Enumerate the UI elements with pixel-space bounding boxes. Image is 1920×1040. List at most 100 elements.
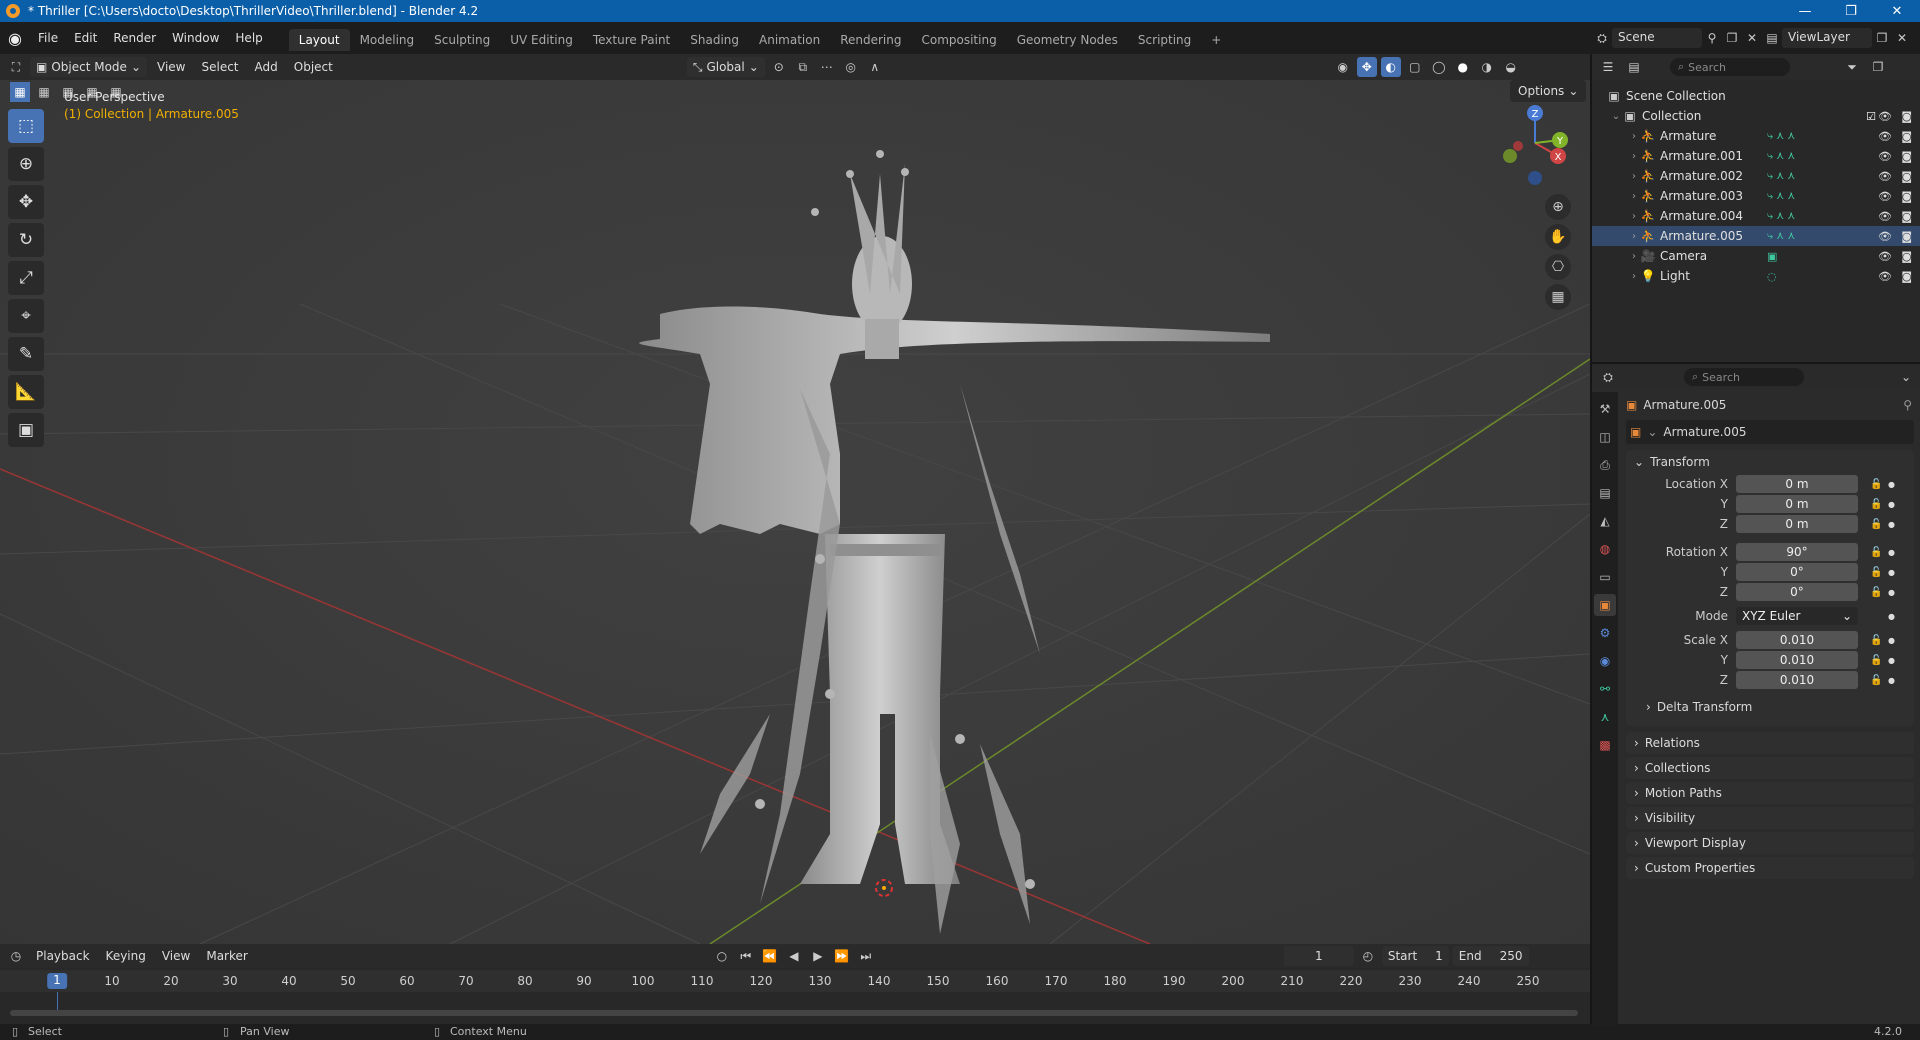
next-keyframe-icon[interactable]: ⏩ (832, 946, 852, 966)
move-tool-icon[interactable]: ✥ (8, 185, 44, 219)
eye-icon[interactable]: 👁 (1878, 170, 1892, 183)
viewlayer-name[interactable]: ViewLayer (1782, 28, 1872, 48)
gizmo-toggle-icon[interactable]: ✥ (1356, 57, 1377, 77)
pin-icon[interactable]: ⚲ (1903, 398, 1912, 412)
expand-arrow-icon[interactable]: › (1628, 251, 1640, 262)
camera-render-icon[interactable]: ◙ (1901, 210, 1912, 223)
menu-keying[interactable]: Keying (100, 946, 152, 966)
filter-icon[interactable]: ⏷ (1842, 57, 1862, 77)
editor-type-icon[interactable]: ⛶ (6, 57, 26, 77)
minimize-button[interactable]: — (1782, 0, 1828, 22)
outliner-search[interactable]: ⌕ Search (1670, 58, 1790, 76)
maximize-button[interactable]: ❐ (1828, 0, 1874, 22)
tab-layout[interactable]: Layout (288, 29, 350, 51)
outliner-item-armature[interactable]: › ⛹ Armature.001 ⤷⋏⋏ 👁 ◙ (1592, 146, 1920, 166)
lock-icon[interactable]: 🔓 (1870, 567, 1882, 578)
expand-arrow-icon[interactable]: › (1628, 271, 1640, 282)
view-layer-tab-icon[interactable]: ▤ (1594, 482, 1616, 504)
world-tab-icon[interactable]: ◍ (1594, 538, 1616, 560)
camera-render-icon[interactable]: ◙ (1901, 110, 1912, 123)
expand-arrow-icon[interactable]: › (1628, 171, 1640, 182)
pan-hand-icon[interactable]: ✋ (1545, 224, 1571, 250)
camera-render-icon[interactable]: ◙ (1901, 150, 1912, 163)
eye-icon[interactable]: 👁 (1878, 250, 1892, 263)
timeline-editor-type-icon[interactable]: ◷ (6, 946, 26, 966)
eye-icon[interactable]: 👁 (1878, 190, 1892, 203)
keyframe-dot-icon[interactable]: ● (1888, 568, 1895, 577)
eye-icon[interactable]: 👁 (1878, 110, 1892, 123)
keyframe-dot-icon[interactable]: ● (1888, 676, 1895, 685)
menu-render[interactable]: Render (105, 22, 164, 54)
tab-texture-paint[interactable]: Texture Paint (583, 29, 680, 51)
proportional-edit-icon[interactable]: ◎ (841, 57, 861, 77)
expand-arrow-icon[interactable]: › (1628, 151, 1640, 162)
armature-data-icon[interactable]: ⤷⋏⋏ (1767, 149, 1798, 163)
current-frame-field[interactable]: 1 (1283, 946, 1354, 966)
perspective-toggle-icon[interactable]: ▦ (1545, 284, 1571, 310)
armature-data-tab-icon[interactable]: ⋏ (1594, 706, 1616, 728)
new-scene-icon[interactable]: ❐ (1722, 28, 1742, 48)
orientation-dropdown[interactable]: ⤡ Global ⌄ (686, 57, 765, 77)
menu-view[interactable]: View (151, 57, 191, 77)
object-name-field[interactable]: Armature.005 (1663, 425, 1746, 439)
collection-tab-icon[interactable]: ▭ (1594, 566, 1616, 588)
material-shading-icon[interactable]: ◑ (1477, 57, 1497, 77)
camera-render-icon[interactable]: ◙ (1901, 190, 1912, 203)
armature-data-icon[interactable]: ⤷⋏⋏ (1767, 209, 1798, 223)
outliner-item-armature[interactable]: › ⛹ Armature.005 ⤷⋏⋏ 👁 ◙ (1592, 226, 1920, 246)
armature-data-icon[interactable]: ⤷⋏⋏ (1767, 229, 1798, 243)
custom-properties-panel[interactable]: › Custom Properties (1626, 857, 1914, 879)
jump-end-icon[interactable]: ⏭ (856, 946, 876, 966)
expand-arrow-icon[interactable]: › (1628, 131, 1640, 142)
menu-object[interactable]: Object (288, 57, 339, 77)
object-datablock-selector[interactable]: ▣ ⌄ Armature.005 (1626, 420, 1914, 444)
menu-file[interactable]: File (30, 22, 66, 54)
viewlayer-selector[interactable]: ▤ ViewLayer ❐ ✕ (1762, 22, 1912, 54)
keyframe-dot-icon[interactable]: ● (1888, 612, 1895, 621)
output-tab-icon[interactable]: ⎙ (1594, 454, 1616, 476)
properties-editor[interactable]: ⛭ ⌕ Search ⌄ ⚒ ◫ ⎙ ▤ ◭ ◍ ▭ ▣ ⚙ ◉ ⚯ ⋏ ▩ ▣ … (1590, 362, 1920, 1026)
blender-menu-icon[interactable]: ◉ (0, 22, 30, 54)
3d-viewport[interactable]: ⛶ ▣ Object Mode ⌄ View Select Add Object ⤡… (0, 54, 1590, 944)
camera-data-icon[interactable]: ▣ (1767, 250, 1780, 263)
eye-icon[interactable]: 👁 (1878, 150, 1892, 163)
tool-tab-icon[interactable]: ⚒ (1594, 398, 1616, 420)
outliner-item-armature[interactable]: › ⛹ Armature.002 ⤷⋏⋏ 👁 ◙ (1592, 166, 1920, 186)
auto-keying-icon[interactable]: ○ (712, 946, 732, 966)
viewport-display-panel[interactable]: › Viewport Display (1626, 832, 1914, 854)
location-x-field[interactable]: 0 m (1736, 475, 1858, 493)
exclude-checkbox-icon[interactable]: ☑ (1866, 110, 1876, 123)
expand-arrow-icon[interactable]: › (1628, 231, 1640, 242)
outliner-item-armature[interactable]: › ⛹ Armature.003 ⤷⋏⋏ 👁 ◙ (1592, 186, 1920, 206)
select-box-tool-icon[interactable]: ⬚ (8, 109, 44, 143)
armature-data-icon[interactable]: ⤷⋏⋏ (1767, 189, 1798, 203)
rotation-x-field[interactable]: 90° (1736, 543, 1858, 561)
visibility-panel[interactable]: › Visibility (1626, 807, 1914, 829)
expand-arrow-icon[interactable]: › (1628, 211, 1640, 222)
delete-viewlayer-icon[interactable]: ✕ (1892, 28, 1912, 48)
armature-data-icon[interactable]: ⤷⋏⋏ (1767, 169, 1798, 183)
tab-uv-editing[interactable]: UV Editing (500, 29, 583, 51)
visibility-icon[interactable]: ◉ (1333, 57, 1353, 77)
camera-render-icon[interactable]: ◙ (1901, 130, 1912, 143)
outliner-editor-type-icon[interactable]: ☰ (1598, 57, 1618, 77)
properties-editor-type-icon[interactable]: ⛭ (1598, 367, 1618, 387)
new-viewlayer-icon[interactable]: ❐ (1872, 28, 1892, 48)
scene-selector[interactable]: ⛭ Scene ⚲ ❐ ✕ (1592, 22, 1762, 54)
camera-render-icon[interactable]: ◙ (1901, 270, 1912, 283)
play-icon[interactable]: ▶ (808, 946, 828, 966)
lock-icon[interactable]: 🔓 (1870, 675, 1882, 686)
lock-icon[interactable]: 🔓 (1870, 655, 1882, 666)
expand-arrow-icon[interactable]: › (1628, 191, 1640, 202)
lock-icon[interactable]: 🔓 (1870, 479, 1882, 490)
outliner[interactable]: ☰ ▤ ⌕ Search ⏷ ❐ ▣ Scene Collection ⌄ ▣ C… (1590, 54, 1920, 362)
tab-shading[interactable]: Shading (680, 29, 749, 51)
motion-paths-panel[interactable]: › Motion Paths (1626, 782, 1914, 804)
menu-help[interactable]: Help (227, 22, 270, 54)
rotation-z-field[interactable]: 0° (1736, 583, 1858, 601)
scale-y-field[interactable]: 0.010 (1736, 651, 1858, 669)
cursor-tool-icon[interactable]: ⊕ (8, 147, 44, 181)
eye-icon[interactable]: 👁 (1878, 210, 1892, 223)
light-data-icon[interactable]: ◌ (1767, 270, 1780, 283)
constraint-tab-icon[interactable]: ⚯ (1594, 678, 1616, 700)
